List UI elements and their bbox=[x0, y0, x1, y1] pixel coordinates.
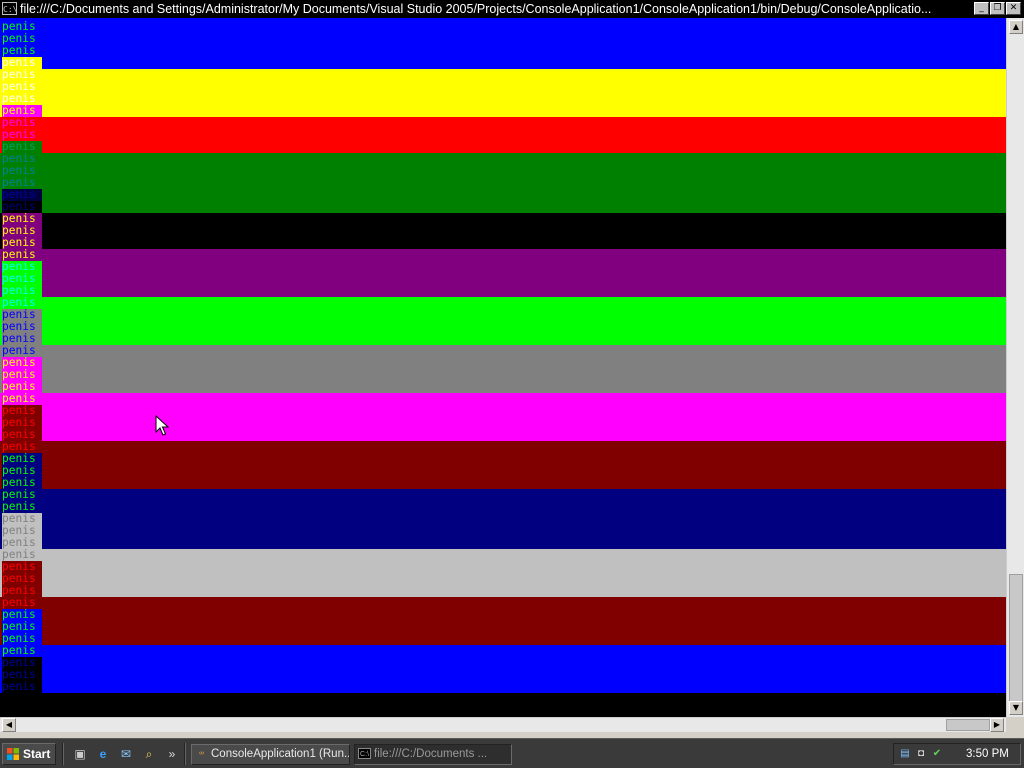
taskbar-clock[interactable]: 3:50 PM bbox=[966, 744, 1009, 764]
horizontal-scrollbar[interactable]: ◀ ▶ bbox=[0, 717, 1006, 732]
taskbar-item-label: file:///C:/Documents ... bbox=[374, 748, 488, 760]
security-icon[interactable]: ✔ bbox=[930, 747, 944, 761]
scroll-left-button[interactable]: ◀ bbox=[2, 718, 16, 732]
volume-icon[interactable]: ◘ bbox=[914, 747, 928, 761]
start-label: Start bbox=[23, 747, 51, 761]
taskbar: Start ▣ e ✉ ⌕ » ∞ ConsoleApplication1 (R… bbox=[0, 738, 1024, 768]
vertical-scroll-thumb[interactable] bbox=[1009, 574, 1023, 702]
start-button[interactable]: Start bbox=[2, 743, 56, 765]
color-band bbox=[0, 18, 1006, 69]
show-desktop-icon[interactable]: ▣ bbox=[72, 746, 88, 762]
console-output[interactable]: penis penis penis penis penis penis penis penis… bbox=[0, 18, 1006, 717]
outlook-express-icon[interactable]: ✉ bbox=[118, 746, 134, 762]
restore-button[interactable]: ❐ bbox=[990, 2, 1005, 15]
color-band bbox=[0, 645, 1006, 693]
internet-explorer-icon[interactable]: e bbox=[95, 746, 111, 762]
visual-studio-icon: ∞ bbox=[199, 750, 204, 757]
quick-launch-overflow-chevron[interactable]: » bbox=[164, 746, 180, 762]
console-line: penis bbox=[2, 681, 42, 693]
console-app-icon[interactable]: C:\ bbox=[2, 2, 17, 15]
window-title-bar[interactable]: C:\ file:///C:/Documents and Settings/Ad… bbox=[0, 0, 1024, 18]
window-title: file:///C:/Documents and Settings/Admini… bbox=[20, 2, 932, 16]
color-band bbox=[0, 441, 1006, 489]
scroll-down-button[interactable]: ▼ bbox=[1009, 701, 1023, 715]
color-band bbox=[0, 489, 1006, 549]
color-band bbox=[0, 393, 1006, 441]
scroll-right-button[interactable]: ▶ bbox=[990, 718, 1004, 732]
network-icon[interactable]: ▤ bbox=[898, 747, 912, 761]
color-band bbox=[0, 549, 1006, 597]
mouse-cursor-icon bbox=[155, 415, 169, 436]
horizontal-scroll-thumb[interactable] bbox=[946, 719, 990, 731]
color-band bbox=[0, 693, 1006, 717]
color-band bbox=[0, 213, 1006, 249]
explorer-icon[interactable]: ⌕ bbox=[141, 746, 157, 762]
taskbar-item-label: ConsoleApplication1 (Run... bbox=[211, 748, 350, 760]
taskbar-item-console[interactable]: C:\ file:///C:/Documents ... bbox=[354, 744, 512, 765]
system-tray: ▤ ◘ ✔ 3:50 PM bbox=[893, 743, 1021, 765]
taskbar-item-visual-studio[interactable]: ∞ ConsoleApplication1 (Run... bbox=[191, 744, 350, 765]
scroll-up-button[interactable]: ▲ bbox=[1009, 20, 1023, 34]
taskbar-separator bbox=[62, 743, 64, 765]
color-band bbox=[0, 117, 1006, 153]
scrollbar-corner bbox=[1006, 717, 1024, 732]
taskbar-separator bbox=[184, 743, 186, 765]
vertical-scrollbar[interactable]: ▲ ▼ bbox=[1006, 18, 1024, 717]
color-band bbox=[0, 297, 1006, 345]
windows-logo-icon bbox=[7, 748, 19, 760]
color-band bbox=[0, 597, 1006, 645]
color-band bbox=[0, 153, 1006, 213]
close-button[interactable]: ✕ bbox=[1006, 2, 1021, 15]
console-icon: C:\ bbox=[358, 748, 371, 759]
color-band bbox=[0, 69, 1006, 117]
minimize-button[interactable]: _ bbox=[974, 2, 989, 15]
color-band bbox=[0, 345, 1006, 393]
color-band bbox=[0, 249, 1006, 297]
